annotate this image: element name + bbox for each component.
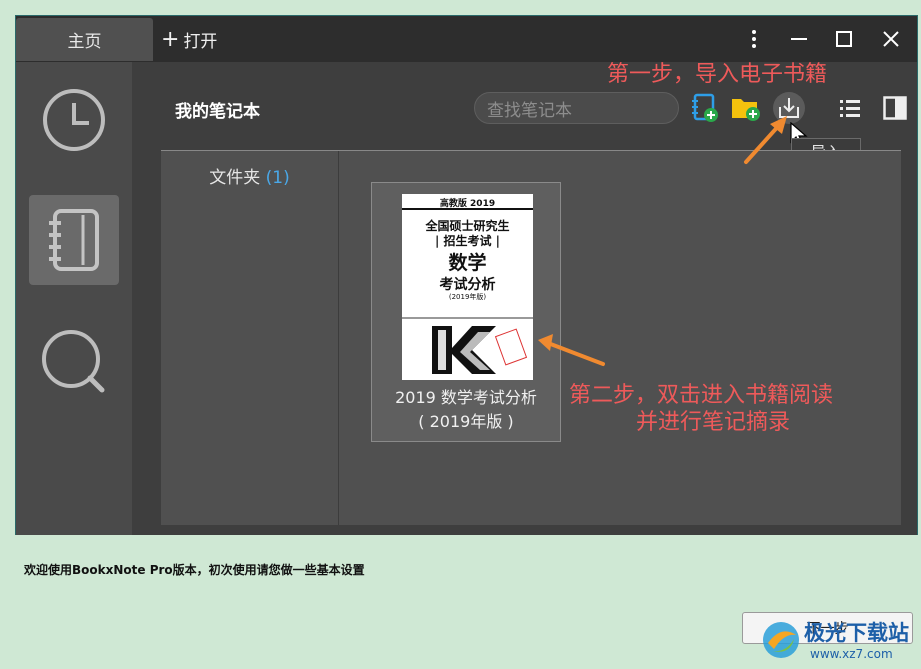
watermark-url: www.xz7.com	[810, 647, 893, 661]
watermark: 极光下载站 www.xz7.com	[760, 617, 916, 665]
watermark-text: 极光下载站	[804, 621, 909, 645]
arrow-to-book	[538, 334, 605, 366]
arrow-to-import	[744, 116, 787, 164]
status-text: 欢迎使用BookxNote Pro版本，初次使用请您做一些基本设置	[24, 563, 365, 577]
watermark-logo-icon	[763, 622, 799, 658]
